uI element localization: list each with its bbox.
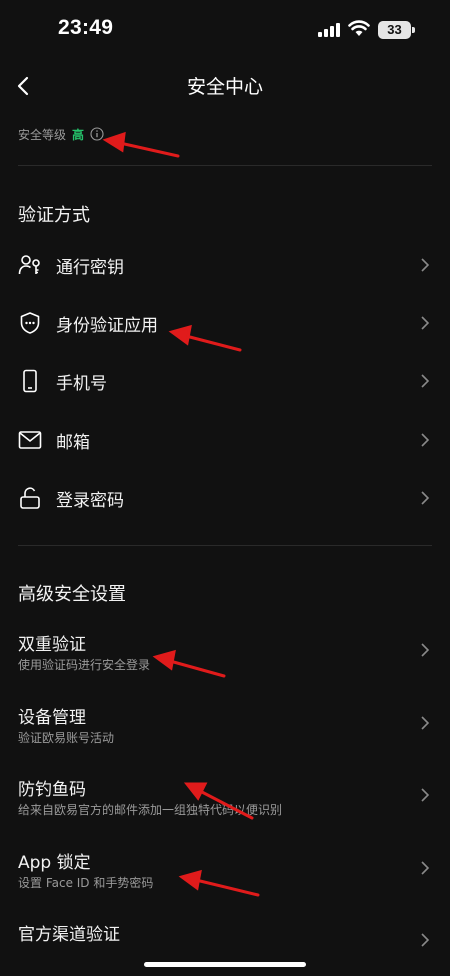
phone-icon — [23, 369, 37, 393]
divider — [18, 545, 432, 546]
shield-icon — [20, 312, 40, 334]
row-phone[interactable]: 手机号 — [0, 352, 450, 410]
chevron-right-icon — [421, 643, 430, 657]
divider — [18, 165, 432, 166]
chevron-right-icon — [421, 433, 430, 447]
row-app-lock-label: App 锁定 — [18, 853, 91, 873]
row-phone-label: 手机号 — [56, 374, 107, 394]
row-two-factor-desc: 使用验证码进行安全登录 — [18, 658, 151, 672]
battery-tip — [412, 27, 415, 33]
row-email-label: 邮箱 — [56, 433, 90, 453]
passkey-icon — [18, 255, 40, 275]
row-passkey-label: 通行密钥 — [56, 258, 124, 278]
row-passkey[interactable]: 通行密钥 — [0, 236, 450, 294]
row-anti-phishing-label: 防钓鱼码 — [18, 780, 86, 800]
row-login-password-label: 登录密码 — [56, 491, 124, 511]
chevron-right-icon — [421, 933, 430, 947]
row-official-channel-label: 官方渠道验证 — [18, 925, 120, 945]
section-title-auth-methods: 验证方式 — [18, 205, 90, 226]
lock-icon — [20, 487, 40, 509]
row-device-management[interactable]: 设备管理 验证欧易账号活动 — [0, 703, 450, 775]
chevron-right-icon — [421, 491, 430, 505]
chevron-right-icon — [421, 316, 430, 330]
chevron-right-icon — [421, 374, 430, 388]
chevron-right-icon — [421, 788, 430, 802]
info-icon[interactable] — [90, 127, 104, 141]
cellular-signal-icon — [318, 23, 342, 37]
row-device-management-label: 设备管理 — [18, 708, 86, 728]
security-level: 安全等级 高 — [18, 124, 104, 144]
chevron-right-icon — [421, 258, 430, 272]
security-level-value: 高 — [72, 127, 85, 142]
home-indicator[interactable] — [144, 962, 306, 967]
row-login-password[interactable]: 登录密码 — [0, 469, 450, 527]
row-anti-phishing[interactable]: 防钓鱼码 给来自欧易官方的邮件添加一组独特代码以便识别 — [0, 775, 450, 847]
wifi-icon — [348, 20, 370, 36]
row-email[interactable]: 邮箱 — [0, 411, 450, 469]
mail-icon — [18, 431, 42, 449]
row-app-lock[interactable]: App 锁定 设置 Face ID 和手势密码 — [0, 848, 450, 920]
battery-level: 33 — [378, 21, 411, 39]
chevron-right-icon — [421, 716, 430, 730]
row-authenticator-app-label: 身份验证应用 — [56, 316, 158, 336]
page-title: 安全中心 — [186, 76, 263, 98]
row-device-management-desc: 验证欧易账号活动 — [18, 731, 115, 745]
row-official-channel[interactable]: 官方渠道验证 — [0, 920, 450, 976]
row-authenticator-app[interactable]: 身份验证应用 — [0, 294, 450, 352]
status-time: 23:49 — [58, 16, 114, 39]
status-bar: 23:49 33 — [0, 0, 450, 60]
row-app-lock-desc: 设置 Face ID 和手势密码 — [18, 876, 154, 890]
chevron-right-icon — [421, 861, 430, 875]
row-two-factor-label: 双重验证 — [18, 635, 86, 655]
section-title-advanced: 高级安全设置 — [18, 584, 126, 605]
nav-bar: 安全中心 — [0, 60, 450, 112]
row-two-factor[interactable]: 双重验证 使用验证码进行安全登录 — [0, 630, 450, 702]
row-anti-phishing-desc: 给来自欧易官方的邮件添加一组独特代码以便识别 — [18, 803, 283, 817]
security-level-label: 安全等级 — [18, 127, 67, 142]
